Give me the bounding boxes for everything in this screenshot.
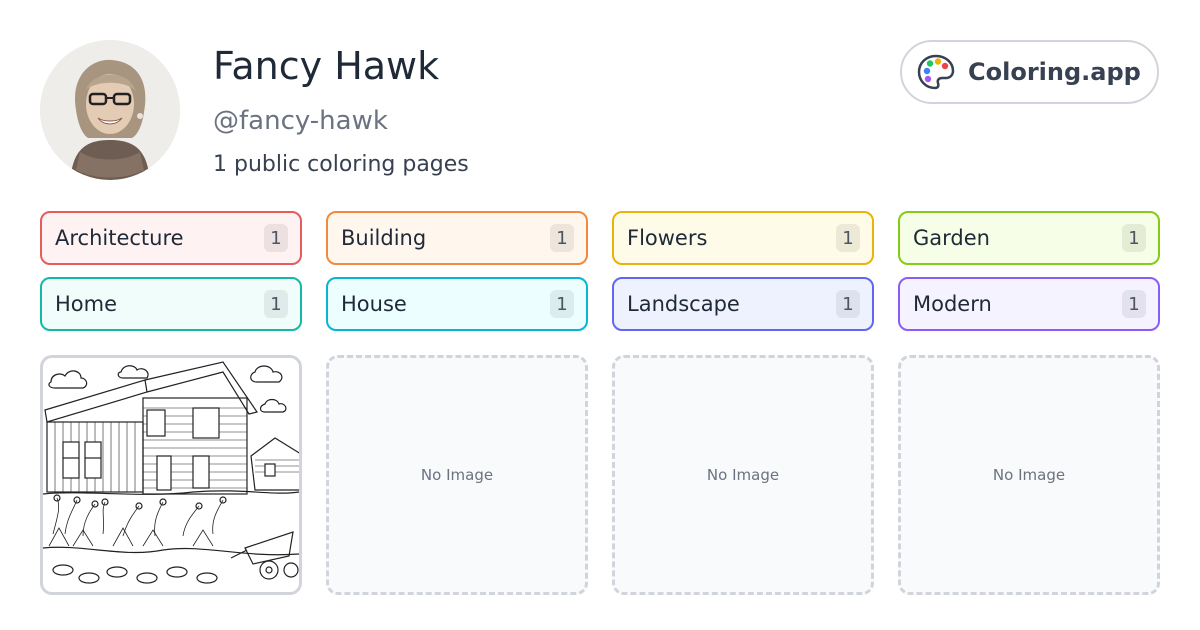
avatar-portrait	[40, 40, 180, 180]
tag-count-badge: 1	[1122, 290, 1146, 318]
profile-handle: @fancy-hawk	[213, 106, 388, 136]
profile-page-count: 1 public coloring pages	[213, 152, 469, 177]
tag-garden[interactable]: Garden 1	[898, 211, 1160, 265]
tag-modern[interactable]: Modern 1	[898, 277, 1160, 331]
brand-link[interactable]: Coloring.app	[900, 40, 1159, 104]
tag-label: House	[341, 292, 407, 316]
tag-count-badge: 1	[550, 224, 574, 252]
tag-count-badge: 1	[836, 290, 860, 318]
tag-label: Architecture	[55, 226, 184, 250]
no-image-text: No Image	[992, 466, 1066, 484]
tag-flowers[interactable]: Flowers 1	[612, 211, 874, 265]
tag-count-badge: 1	[264, 290, 288, 318]
palette-icon	[917, 54, 955, 90]
coloring-page-card-empty: No Image	[612, 355, 874, 595]
profile-name: Fancy Hawk	[213, 44, 440, 88]
tag-label: Garden	[913, 226, 990, 250]
tag-house[interactable]: House 1	[326, 277, 588, 331]
coloring-page-card[interactable]	[40, 355, 302, 595]
tag-label: Modern	[913, 292, 992, 316]
avatar	[40, 40, 180, 180]
tag-architecture[interactable]: Architecture 1	[40, 211, 302, 265]
no-image-text: No Image	[420, 466, 494, 484]
no-image-text: No Image	[706, 466, 780, 484]
tag-building[interactable]: Building 1	[326, 211, 588, 265]
tag-label: Home	[55, 292, 118, 316]
tag-label: Landscape	[627, 292, 740, 316]
tag-count-badge: 1	[550, 290, 574, 318]
brand-label: Coloring.app	[968, 58, 1141, 86]
tag-label: Flowers	[627, 226, 708, 250]
tag-home[interactable]: Home 1	[40, 277, 302, 331]
tag-count-badge: 1	[836, 224, 860, 252]
tag-label: Building	[341, 226, 427, 250]
tag-count-badge: 1	[1122, 224, 1146, 252]
coloring-page-card-empty: No Image	[898, 355, 1160, 595]
tag-landscape[interactable]: Landscape 1	[612, 277, 874, 331]
tag-count-badge: 1	[264, 224, 288, 252]
coloring-page-card-empty: No Image	[326, 355, 588, 595]
coloring-page-thumbnail	[43, 361, 299, 584]
